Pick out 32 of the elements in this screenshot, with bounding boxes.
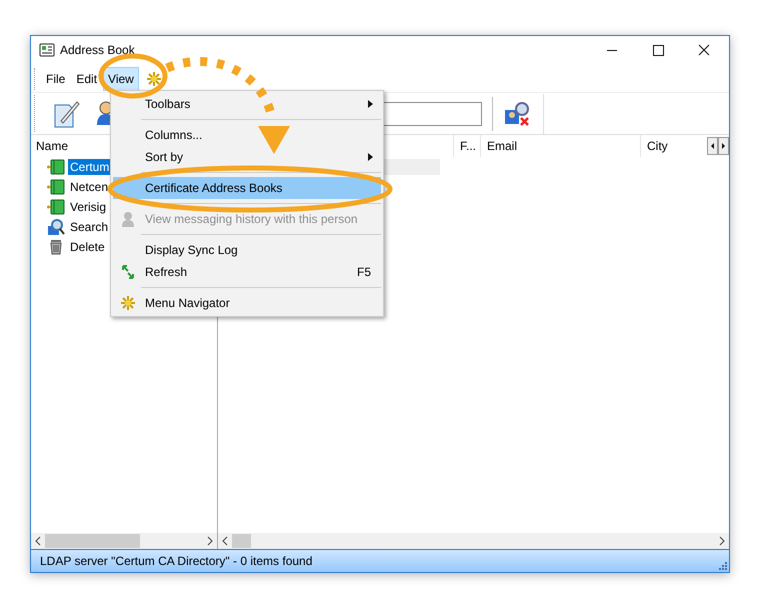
- menu-item[interactable]: Certificate Address Books: [113, 177, 381, 199]
- book-icon: [47, 179, 65, 195]
- gear-icon: [120, 295, 136, 311]
- menu-item[interactable]: Refresh F5: [113, 261, 381, 283]
- scroll-left-button[interactable]: [707, 137, 718, 155]
- scrollbar-thumb[interactable]: [45, 534, 140, 548]
- tree-item[interactable]: Search: [68, 219, 110, 235]
- person-icon: [121, 211, 135, 227]
- tree-item[interactable]: Certum: [68, 159, 112, 175]
- tree-item[interactable]: Netcen: [68, 179, 110, 195]
- scrollbar-thumb[interactable]: [232, 534, 252, 548]
- tree-item[interactable]: Delete: [68, 239, 107, 255]
- column-header[interactable]: Email: [480, 135, 640, 157]
- status-text: LDAP server "Certum CA Directory" - 0 items found: [40, 554, 312, 568]
- scroll-right-button[interactable]: [718, 137, 729, 155]
- book-icon: [47, 159, 65, 175]
- menu-item[interactable]: Display Sync Log: [113, 239, 381, 261]
- menu-item[interactable]: Edit: [71, 67, 102, 91]
- arrows-icon: [121, 264, 135, 280]
- address-book-icon: [39, 42, 55, 56]
- tree-item[interactable]: Verisig: [68, 199, 108, 215]
- menu-item[interactable]: Columns...: [113, 124, 381, 146]
- menu-item[interactable]: Sort by: [113, 146, 381, 168]
- menu-item[interactable]: Menu Navigator: [113, 292, 381, 314]
- highlight-ellipse: [98, 54, 168, 98]
- resize-grip-icon[interactable]: [717, 560, 727, 570]
- menu-item[interactable]: File: [41, 67, 70, 91]
- menu-item[interactable]: Toolbars: [113, 93, 381, 115]
- window-title: Address Book: [60, 42, 135, 56]
- magnifier-icon: [47, 218, 65, 236]
- book-icon: [47, 199, 65, 215]
- column-header[interactable]: F...: [453, 135, 480, 157]
